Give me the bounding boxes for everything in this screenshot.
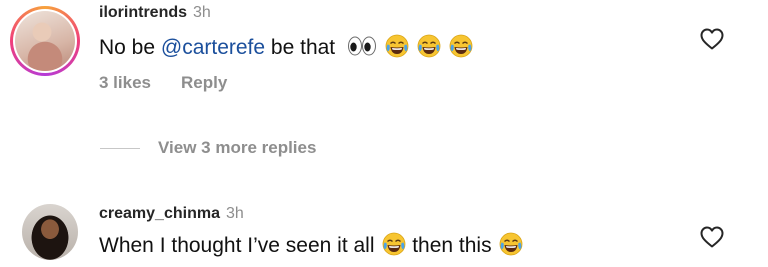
eyes-emoji [347, 34, 377, 58]
divider-line [100, 147, 140, 149]
view-more-replies-button[interactable]: View 3 more replies [100, 136, 316, 160]
comment-header: creamy_chinma 3h [99, 205, 244, 223]
heart-outline-icon[interactable] [700, 28, 724, 50]
comment-text: No be @carterefe be that [99, 34, 473, 60]
tears-of-joy-emoji [382, 232, 406, 256]
comment-text: When I thought I’ve seen it all then thi… [99, 232, 523, 258]
username[interactable]: ilorintrends [99, 4, 187, 21]
reply-button[interactable]: Reply [181, 73, 227, 92]
heart-outline-icon[interactable] [700, 226, 724, 248]
comment-text-before: When I thought I’ve seen it all [99, 234, 375, 257]
username[interactable]: creamy_chinma [99, 205, 220, 222]
comments-thread: ilorintrends 3h No be @carterefe be that … [0, 0, 768, 267]
tears-of-joy-emoji [499, 232, 523, 256]
mention-link[interactable]: @carterefe [161, 36, 265, 59]
comment-text-after: then this [412, 234, 492, 257]
timestamp: 3h [225, 205, 244, 222]
comment-item: ilorintrends 3h No be @carterefe be that … [0, 0, 768, 100]
view-more-replies-label: View 3 more replies [158, 138, 317, 157]
avatar[interactable] [15, 11, 75, 71]
comment-text-before: No be [99, 36, 161, 59]
comment-actions: 3 likes Reply [99, 73, 227, 93]
timestamp: 3h [193, 4, 211, 21]
story-ring[interactable] [10, 6, 80, 76]
tears-of-joy-emoji [449, 34, 473, 58]
likes-count[interactable]: 3 likes [99, 73, 151, 92]
comment-text-after: be that [265, 36, 336, 59]
tears-of-joy-emoji [417, 34, 441, 58]
comment-header: ilorintrends 3h [99, 4, 211, 22]
avatar[interactable] [22, 204, 78, 260]
tears-of-joy-emoji [385, 34, 409, 58]
